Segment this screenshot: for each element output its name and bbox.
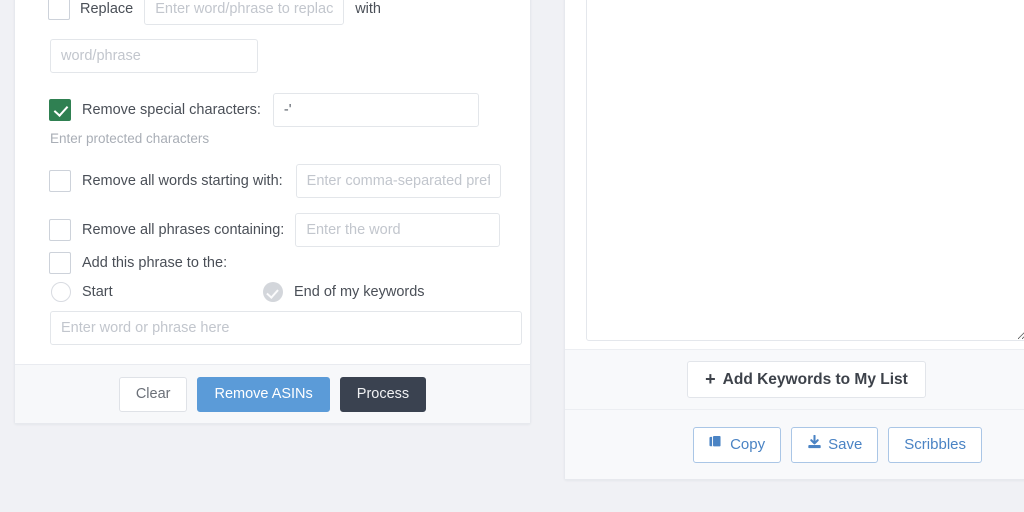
protected-characters-hint: Enter protected characters xyxy=(50,131,210,146)
keyword-tools-card: Replace with Remove special characters: … xyxy=(14,0,531,424)
download-icon xyxy=(807,434,828,454)
remove-special-characters-checkbox[interactable] xyxy=(49,99,71,121)
save-label: Save xyxy=(828,436,863,453)
app-root: Replace with Remove special characters: … xyxy=(0,0,1024,512)
remove-phrase-label: Remove all phrases containing: xyxy=(82,222,285,238)
copy-button[interactable]: Copy xyxy=(693,426,782,463)
add-phrase-input-row xyxy=(50,311,522,345)
replace-label: Replace xyxy=(80,1,134,17)
save-button[interactable]: Save xyxy=(791,426,879,463)
add-phrase-checkbox[interactable] xyxy=(49,252,71,274)
plus-icon: + xyxy=(705,369,716,389)
remove-prefix-checkbox[interactable] xyxy=(49,170,71,192)
replace-checkbox[interactable] xyxy=(48,0,70,20)
copy-icon xyxy=(709,435,730,454)
output-actions-bar: Copy Save Scribbles xyxy=(565,409,1024,479)
keyword-tools-footer: Clear Remove ASINs Process xyxy=(15,364,530,423)
end-of-keywords-radio[interactable] xyxy=(263,282,283,302)
add-phrase-row: Add this phrase to the: xyxy=(49,252,227,274)
replace-from-input[interactable] xyxy=(144,0,345,25)
add-phrase-label: Add this phrase to the: xyxy=(82,255,228,271)
remove-prefix-label: Remove all words starting with: xyxy=(82,173,283,189)
remove-special-characters-label: Remove special characters: xyxy=(82,102,261,118)
remove-prefix-row: Remove all words starting with: xyxy=(49,164,501,198)
replace-to-row xyxy=(50,39,258,73)
clear-button[interactable]: Clear xyxy=(118,376,188,412)
add-phrase-option-end[interactable]: End of my keywords xyxy=(263,282,425,302)
protected-characters-input[interactable] xyxy=(272,93,479,127)
add-keywords-to-my-list-button[interactable]: + Add Keywords to My List xyxy=(687,361,926,398)
remove-special-characters-row: Remove special characters: xyxy=(49,93,479,127)
keyword-output-textarea[interactable] xyxy=(586,0,1024,341)
remove-phrase-row: Remove all phrases containing: xyxy=(49,213,501,247)
end-of-keywords-label: End of my keywords xyxy=(294,284,425,300)
add-keywords-label: Add Keywords to My List xyxy=(722,370,908,388)
scribbles-label: Scribbles xyxy=(904,436,966,453)
copy-label: Copy xyxy=(730,436,766,453)
remove-prefix-input[interactable] xyxy=(295,164,501,198)
add-keywords-bar: + Add Keywords to My List xyxy=(565,349,1024,409)
replace-to-input[interactable] xyxy=(50,39,258,73)
replace-row: Replace with xyxy=(48,0,381,25)
add-phrase-option-start[interactable]: Start xyxy=(51,282,113,302)
process-button[interactable]: Process xyxy=(339,376,427,412)
start-radio[interactable] xyxy=(51,282,71,302)
keyword-tools-body: Replace with Remove special characters: … xyxy=(15,0,530,364)
replace-with-label: with xyxy=(355,1,381,17)
add-phrase-input[interactable] xyxy=(50,311,522,345)
remove-phrase-checkbox[interactable] xyxy=(49,219,71,241)
scribbles-button[interactable]: Scribbles xyxy=(888,426,982,463)
remove-phrase-input[interactable] xyxy=(295,213,501,247)
remove-asins-button[interactable]: Remove ASINs xyxy=(197,376,330,412)
keyword-output-card: + Add Keywords to My List Copy Save Scri… xyxy=(564,0,1024,480)
start-label: Start xyxy=(82,284,113,300)
